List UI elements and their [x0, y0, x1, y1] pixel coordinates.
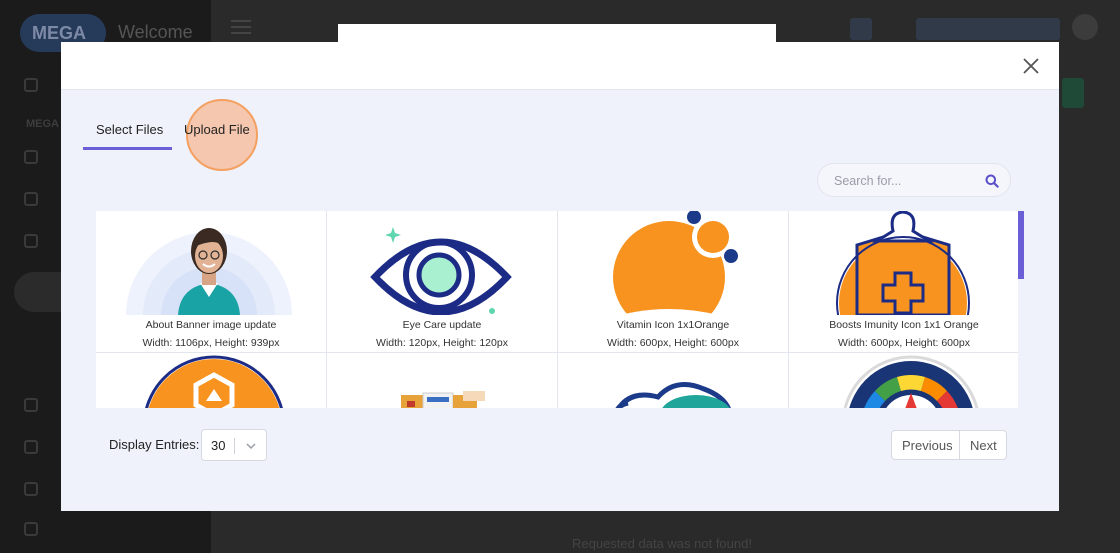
active-tab-indicator: [83, 147, 172, 150]
background-menu-icon: [24, 78, 38, 92]
search-box: [817, 163, 1011, 197]
modal-header: [61, 42, 1059, 90]
file-card[interactable]: Boosts Imunity Icon 1x1 Orange Width: 60…: [789, 211, 1018, 352]
background-menu-icon: [24, 482, 38, 496]
entries-select[interactable]: 30: [201, 429, 267, 461]
molecule-icon: [96, 353, 326, 408]
file-card[interactable]: [558, 353, 788, 408]
medicine-boxes: [327, 353, 557, 408]
eye-icon: [327, 211, 557, 315]
next-button[interactable]: Next: [970, 438, 997, 453]
gauge-icon: [789, 353, 1018, 408]
background-avatar: [1072, 14, 1098, 40]
background-menu-icon: [24, 522, 38, 536]
pagination-divider: [959, 431, 960, 459]
search-input[interactable]: [834, 172, 974, 189]
background-top-button: [916, 18, 1060, 40]
previous-button[interactable]: Previous: [902, 438, 953, 453]
background-hamburger-icon: [231, 20, 251, 34]
file-card[interactable]: Eye Care update Width: 120px, Height: 12…: [327, 211, 557, 352]
pagination: Previous Next: [891, 430, 1007, 460]
display-entries-label: Display Entries:: [109, 437, 200, 452]
file-name: Boosts Imunity Icon 1x1 Orange: [829, 319, 979, 331]
file-card[interactable]: Vitamin Icon 1x1Orange Width: 600px, Hei…: [558, 211, 788, 352]
file-dimensions: Width: 600px, Height: 600px: [838, 337, 970, 349]
file-card[interactable]: About Banner image update Width: 1106px,…: [96, 211, 326, 352]
file-dimensions: Width: 600px, Height: 600px: [607, 337, 739, 349]
background-menu-icon: [24, 398, 38, 412]
file-name: About Banner image update: [145, 319, 277, 331]
background-welcome: Welcome: [118, 22, 193, 42]
background-empty-message: Requested data was not found!: [572, 536, 752, 551]
vitamin-icon: [558, 211, 788, 315]
immunity-shield-icon: [789, 211, 1018, 315]
file-dimensions: Width: 120px, Height: 120px: [376, 337, 508, 349]
background-menu-icon: [24, 192, 38, 206]
close-icon[interactable]: [1019, 54, 1043, 78]
entries-value: 30: [211, 438, 226, 453]
background-menu-icon: [24, 234, 38, 248]
file-name: Vitamin Icon 1x1Orange: [616, 319, 730, 331]
background-section-label: MEGA: [26, 118, 59, 130]
background-header-strip: [338, 24, 776, 44]
file-card[interactable]: [96, 353, 326, 408]
file-picker-modal: Select Files Upload File Search for... A…: [61, 42, 1059, 511]
file-name: Eye Care update: [402, 319, 482, 331]
cloud-icon: [558, 353, 788, 408]
grid-scrollbar[interactable]: [1018, 211, 1024, 279]
tab-select-files[interactable]: Select Files: [96, 122, 163, 137]
search-icon[interactable]: [985, 174, 999, 188]
background-menu-icon: [24, 150, 38, 164]
entries-divider: [234, 438, 235, 454]
doctor-photo: [96, 211, 326, 315]
background-green-button: [1062, 78, 1084, 108]
background-language-icon: [850, 18, 872, 40]
file-grid-viewport: About Banner image update Width: 1106px,…: [96, 211, 1018, 408]
background-menu-icon: [24, 440, 38, 454]
chevron-down-icon: [246, 443, 256, 450]
file-grid: About Banner image update Width: 1106px,…: [96, 211, 1018, 408]
file-dimensions: Width: 1106px, Height: 939px: [142, 337, 280, 349]
file-card[interactable]: [327, 353, 557, 408]
file-card[interactable]: [789, 353, 1018, 408]
tab-upload-file[interactable]: Upload File: [184, 122, 250, 137]
